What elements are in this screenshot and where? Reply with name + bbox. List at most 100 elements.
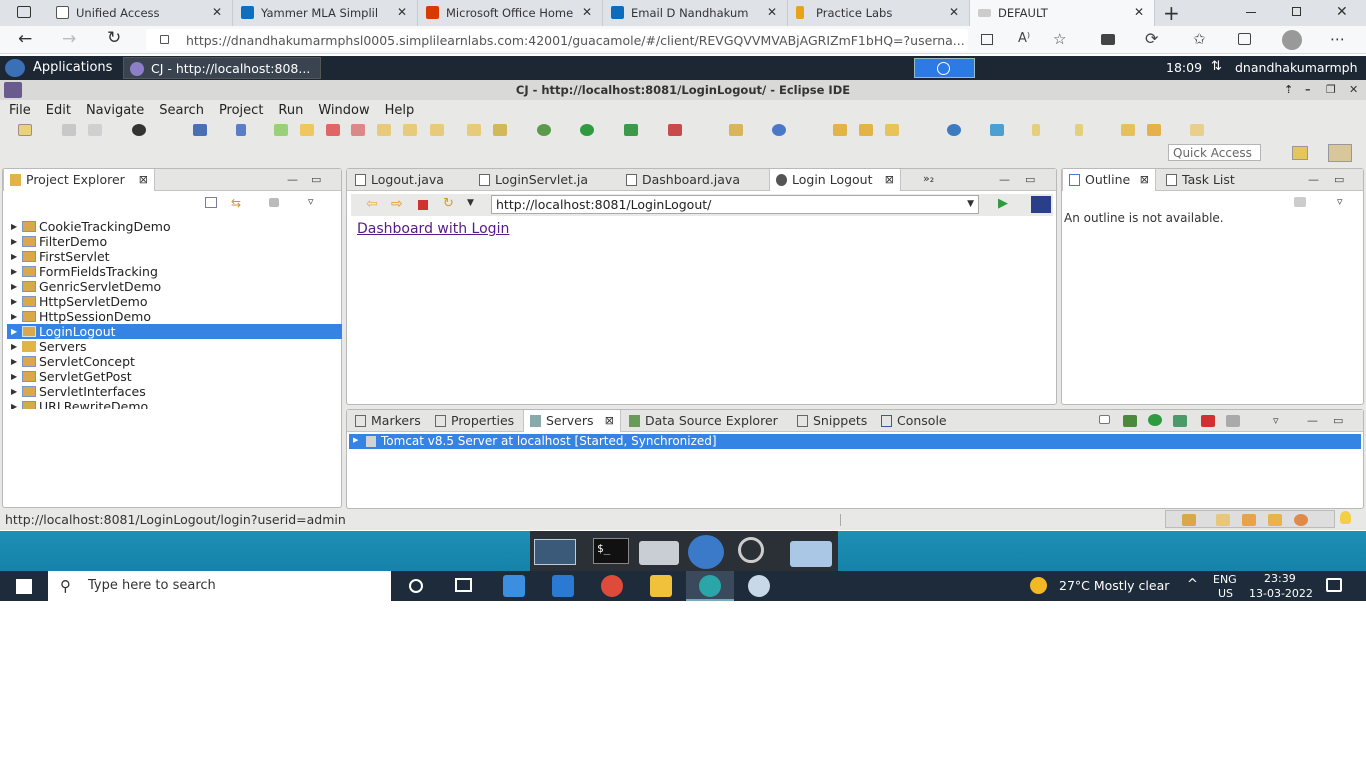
project-form-fields-tracking[interactable]: ▶ FormFieldsTracking	[7, 264, 342, 279]
window-up-icon[interactable]: ⇡	[1284, 80, 1293, 100]
resume-icon[interactable]	[274, 124, 288, 136]
close-tab-icon[interactable]: ✕	[1134, 5, 1144, 19]
terminate-icon[interactable]	[326, 124, 340, 136]
taskbar-search-box[interactable]: ⚲ Type here to search	[48, 571, 391, 601]
chrome-icon[interactable]	[601, 575, 623, 597]
view-menu-icon[interactable]: ▿	[1273, 414, 1279, 427]
new-tab-button[interactable]: +	[1163, 1, 1180, 25]
reader-view-icon[interactable]	[981, 34, 993, 45]
search-magnifier-icon[interactable]	[738, 537, 764, 563]
external-tools-icon[interactable]	[537, 124, 551, 136]
minimize-view-icon[interactable]: —	[1308, 173, 1319, 186]
menu-window[interactable]: Window	[318, 103, 369, 118]
menu-project[interactable]: Project	[219, 103, 263, 118]
next-annotation-icon[interactable]	[1032, 124, 1040, 136]
refresh-extension-icon[interactable]: ⟳	[1145, 29, 1158, 48]
new-java-package-icon[interactable]	[729, 124, 743, 136]
open-perspective-icon[interactable]	[1292, 146, 1308, 160]
step-over-icon[interactable]	[403, 124, 417, 136]
browser-tab-practice-labs[interactable]: Practice Labs ✕	[788, 0, 970, 26]
extension-icon[interactable]	[1101, 34, 1115, 45]
task-view-icon[interactable]	[455, 578, 472, 592]
tab-dashboard-java[interactable]: Dashboard.java	[620, 169, 766, 191]
browser-go-icon[interactable]: ▶	[998, 196, 1008, 211]
windows-start-icon[interactable]	[16, 579, 32, 594]
save-all-icon[interactable]	[88, 124, 102, 136]
stop-server-icon[interactable]	[1201, 415, 1215, 427]
taskbar-item-eclipse[interactable]: CJ - http://localhost:808...	[123, 57, 321, 79]
restore-window-icon[interactable]	[1292, 7, 1301, 16]
tab-task-list[interactable]: Task List	[1160, 169, 1250, 191]
outline-focus-icon[interactable]	[1294, 197, 1306, 207]
store-icon[interactable]	[503, 575, 525, 597]
tab-servers[interactable]: Servers ⊠	[523, 410, 621, 432]
weather-text[interactable]: 27°C Mostly clear	[1059, 578, 1169, 593]
browser-tab-yammer[interactable]: Yammer MLA Simplil ✕	[233, 0, 418, 26]
profile-avatar[interactable]	[1282, 30, 1302, 50]
taskbar-date[interactable]: 13-03-2022	[1249, 587, 1313, 600]
browser-tab-unified-access[interactable]: Unified Access ✕	[48, 0, 233, 26]
back-nav-icon[interactable]	[1147, 124, 1161, 136]
cortana-icon[interactable]	[409, 579, 423, 593]
link-with-editor-icon[interactable]: ⇆	[231, 196, 241, 210]
profile-server-icon[interactable]	[1173, 415, 1187, 427]
file-explorer-icon[interactable]	[650, 575, 672, 597]
terminal-icon[interactable]	[193, 124, 207, 136]
browser-refresh-icon[interactable]: ↻	[443, 196, 454, 211]
more-tabs-indicator[interactable]: »₂	[923, 172, 934, 185]
edge-taskbar-button[interactable]	[686, 571, 734, 601]
taskbar-clock[interactable]: 23:39	[1264, 572, 1296, 585]
project-filter-demo[interactable]: ▶ FilterDemo	[7, 234, 342, 249]
new-java-class-icon[interactable]	[772, 124, 786, 136]
browser-stop-icon[interactable]	[418, 200, 428, 210]
collapse-all-icon[interactable]	[205, 197, 217, 208]
drop-to-frame-icon[interactable]	[467, 124, 481, 136]
project-first-servlet[interactable]: ▶ FirstServlet	[7, 249, 342, 264]
coverage-icon[interactable]	[624, 124, 638, 136]
home-folder-icon[interactable]	[639, 541, 679, 565]
favorites-icon[interactable]: ✩	[1193, 30, 1206, 48]
project-servlet-concept[interactable]: ▶ ServletConcept	[7, 354, 342, 369]
save-icon[interactable]	[62, 124, 76, 136]
hidden-icons-chevron-icon[interactable]: ^	[1187, 577, 1198, 592]
globe-icon[interactable]	[947, 124, 961, 136]
browser-tab-default[interactable]: DEFAULT ✕	[970, 0, 1155, 26]
start-server-icon[interactable]	[1148, 414, 1162, 426]
tab-properties[interactable]: Properties	[429, 410, 521, 432]
open-folder-icon[interactable]	[859, 124, 873, 136]
project-servlet-interfaces[interactable]: ▶ ServletInterfaces	[7, 384, 342, 399]
network-icon[interactable]: ⇅	[1211, 59, 1222, 74]
tab-console[interactable]: Console	[875, 410, 955, 432]
close-view-icon[interactable]: ⊠	[1140, 169, 1149, 191]
debug-server-icon[interactable]	[1123, 415, 1137, 427]
java-ee-perspective-icon[interactable]	[1328, 144, 1352, 162]
url-dropdown-chevron-icon[interactable]: ▼	[967, 199, 974, 209]
web-browser-dock-icon[interactable]	[688, 535, 724, 569]
more-options-icon[interactable]: ⋯	[1330, 30, 1345, 48]
trim-icon-2[interactable]	[1216, 514, 1230, 526]
focus-icon[interactable]	[269, 198, 279, 207]
expand-arrow-icon[interactable]: ▶	[353, 436, 358, 444]
maximize-view-icon[interactable]: ▭	[311, 173, 321, 186]
suspend-icon[interactable]	[300, 124, 314, 136]
mail-icon[interactable]	[552, 575, 574, 597]
close-tab-icon[interactable]: ⊠	[885, 169, 894, 191]
close-tab-icon[interactable]: ✕	[397, 5, 407, 19]
window-close-icon[interactable]: ✕	[1349, 80, 1358, 100]
read-aloud-icon[interactable]: A⁾	[1018, 31, 1030, 46]
internal-browser-url-field[interactable]: http://localhost:8081/LoginLogout/ ▼	[491, 195, 979, 214]
language-indicator[interactable]: ENG	[1213, 573, 1237, 586]
maximize-view-icon[interactable]: ▭	[1333, 414, 1343, 427]
close-tab-icon[interactable]: ✕	[582, 5, 592, 19]
disconnect-icon[interactable]	[351, 124, 365, 136]
collections-icon[interactable]	[1238, 33, 1251, 45]
close-view-icon[interactable]: ⊠	[139, 169, 148, 191]
close-tab-icon[interactable]: ✕	[949, 5, 959, 19]
project-servlet-get-post[interactable]: ▶ ServletGetPost	[7, 369, 342, 384]
tab-outline[interactable]: Outline ⊠	[1062, 169, 1156, 191]
close-view-icon[interactable]: ⊠	[605, 410, 614, 432]
menu-navigate[interactable]: Navigate	[86, 103, 144, 118]
dashboard-with-login-link[interactable]: Dashboard with Login	[357, 221, 509, 237]
forward-nav-icon[interactable]	[1190, 124, 1204, 136]
url-field[interactable]: https://dnandhakumarmphsl0005.simplilear…	[146, 29, 968, 51]
